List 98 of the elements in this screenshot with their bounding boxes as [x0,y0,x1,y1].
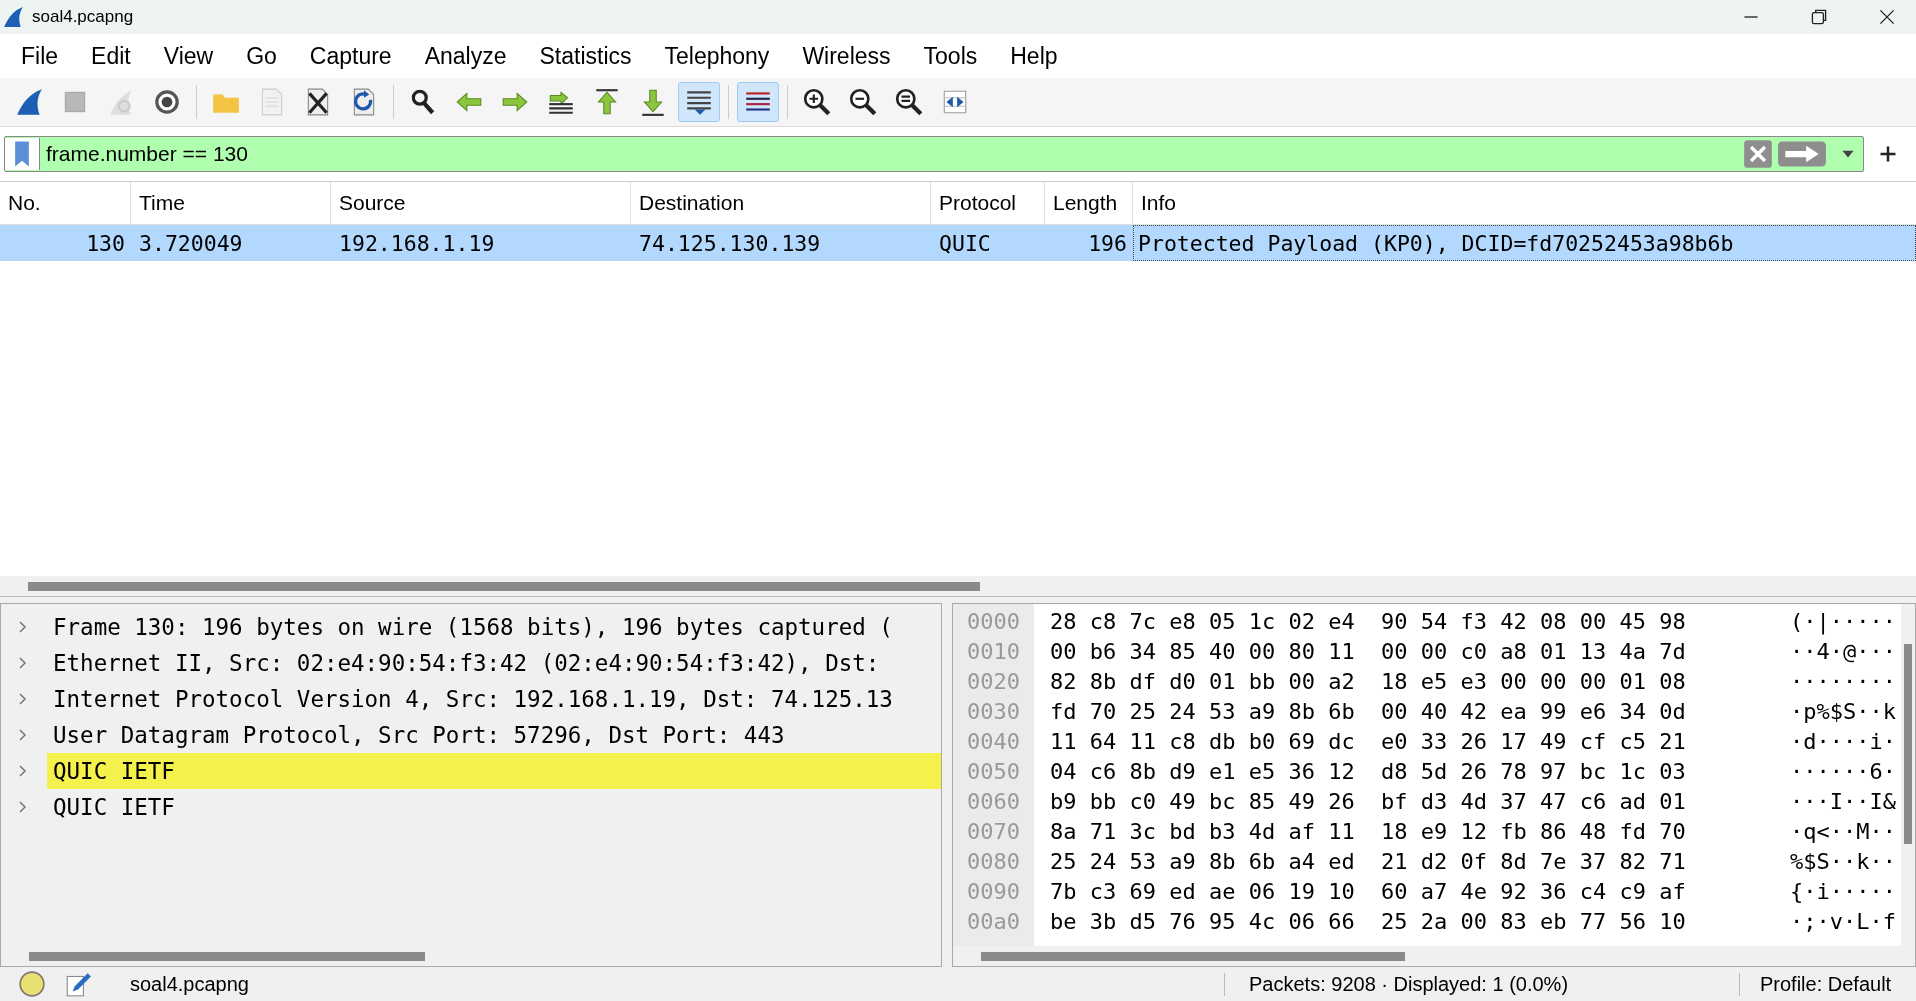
hex-offset: 0070 [967,818,1020,846]
column-header[interactable]: Source [331,182,631,224]
hex-offset: 0020 [967,668,1020,696]
hex-offset: 0060 [967,788,1020,816]
hex-offset: 0000 [967,608,1020,636]
scrollbar-thumb[interactable] [29,951,425,961]
tree-item[interactable]: User Datagram Protocol, Src Port: 57296, Dst Port: 443 [47,717,941,753]
filter-input[interactable]: frame.number == 130 [40,141,1743,167]
expand-caret-icon[interactable] [17,727,29,743]
hex-offset: 0010 [967,638,1020,666]
hex-ascii: ···I··I& [1790,788,1897,816]
hex-ascii: ······6· [1790,758,1897,786]
add-filter-icon[interactable] [1878,144,1898,164]
horizontal-scrollbar[interactable] [0,576,1916,596]
zoom-out-icon [848,87,878,117]
menu-item[interactable]: Go [231,42,295,70]
column-header[interactable]: No. [0,182,131,224]
settings-icon [152,87,182,117]
column-header[interactable]: Protocol [931,182,1045,224]
packet-row[interactable]: 130 3.720049 192.168.1.19 74.125.130.139 QUIC 196 Protected Payload (KP0), DCID=fd70252453a98b6b [0,225,1916,261]
expand-caret-icon[interactable] [17,799,29,815]
hex-ascii: {·i····· [1790,878,1897,906]
status-indicator-icon[interactable] [18,970,46,998]
menu-item[interactable]: File [6,42,77,70]
hex-bytes: 82 8b df d0 01 bb 00 a2 18 e5 e3 00 00 00 01 08 [1050,668,1687,696]
hex-ascii: ·;·v·L·f [1790,908,1897,936]
display-filter-field[interactable]: frame.number == 130 [4,136,1864,172]
scrollbar-thumb[interactable] [1904,644,1912,844]
hex-ascii: ·p%$S··k [1790,698,1897,726]
menu-item[interactable]: Statistics [524,42,650,70]
table-cell-text: 74.125.130.139 [638,230,822,256]
packet-count: Packets: 9208 · Displayed: 1 (0.0%) [1225,972,1740,996]
table-cell-text: QUIC [938,230,992,256]
hex-bytes: 00 b6 34 85 40 00 80 11 00 00 c0 a8 01 13 4a 7d [1050,638,1687,666]
tree-item[interactable]: Internet Protocol Version 4, Src: 192.168.1.19, Dst: 74.125.13 [47,681,941,717]
clear-icon[interactable] [1743,139,1773,169]
column-header[interactable]: Info [1133,182,1916,224]
file-name: soal4.pcapng [110,972,1225,996]
tree-item[interactable]: QUIC IETF [47,789,941,825]
hex-bytes: 04 c6 8b d9 e1 e5 36 12 d8 5d 26 78 97 bc 1c 03 [1050,758,1687,786]
shark-fin-icon [14,87,44,117]
horizontal-scrollbar[interactable] [1,946,941,966]
scrollbar-thumb[interactable] [28,581,980,591]
hex-ascii: ·q<··M·· [1790,818,1897,846]
hex-ascii: %$S··k·· [1790,848,1897,876]
hex-bytes: be 3b d5 76 95 4c 06 66 25 2a 00 83 eb 77 56 10 [1050,908,1687,936]
menu-item[interactable]: Analyze [409,42,525,70]
table-cell-text: 192.168.1.19 [338,230,496,256]
bookmark-icon[interactable] [5,138,40,170]
menu-item[interactable]: Telephony [649,42,788,70]
zoom-in-icon [802,87,832,117]
menu-item[interactable]: View [148,42,232,70]
hex-ascii: ··4·@··· [1790,638,1897,666]
table-cell-text: 3.720049 [138,230,244,256]
menu-item[interactable]: Capture [294,42,410,70]
expand-caret-icon[interactable] [17,619,29,635]
hex-bytes: 25 24 53 a9 8b 6b a4 ed 21 d2 0f 8d 7e 37 82 71 [1050,848,1687,876]
menu-item[interactable]: Tools [908,42,996,70]
hex-offset: 0090 [967,878,1020,906]
autoscroll-button[interactable] [678,82,720,122]
table-cell-text: 196 [1087,230,1128,256]
hex-bytes: 7b c3 69 ed ae 06 19 10 60 a7 4e 92 36 c4 c9 af [1050,878,1687,906]
hex-offset: 0040 [967,728,1020,756]
hex-bytes: 11 64 11 c8 db b0 69 dc e0 33 26 17 49 cf c5 21 [1050,728,1687,756]
tree-item[interactable]: QUIC IETF [47,753,941,789]
colorize-button[interactable] [737,82,779,122]
menu-item[interactable]: Edit [76,42,149,70]
column-header[interactable]: Destination [631,182,931,224]
edit-comment-icon[interactable] [64,970,92,998]
profile-label[interactable]: Profile: Default [1740,972,1892,996]
hex-ascii: (·|····· [1790,608,1897,637]
column-header[interactable]: Length [1045,182,1133,224]
hex-offset: 00a0 [967,908,1020,936]
zoom-reset-icon [894,87,924,117]
table-cell: Protected Payload (KP0), DCID=fd70252453a98b6b [1133,225,1916,261]
hex-bytes: b9 bb c0 49 bc 85 49 26 bf d3 4d 37 47 c6 ad 01 [1050,788,1687,816]
expand-caret-icon[interactable] [17,691,29,707]
hex-offset: 0030 [967,698,1020,726]
vertical-scrollbar[interactable] [1901,604,1915,946]
expand-caret-icon[interactable] [17,763,29,779]
table-cell-text: 130 [85,230,126,256]
hex-offset: 0050 [967,758,1020,786]
shark-fin-icon [2,6,24,28]
column-header[interactable]: Time [131,182,331,224]
menu-item[interactable]: Wireless [787,42,909,70]
menu-item[interactable]: Help [995,42,1076,70]
tree-item[interactable]: Frame 130: 196 bytes on wire (1568 bits), 196 bytes captured ( [47,609,941,645]
hex-bytes: 8a 71 3c bd b3 4d af 11 18 e9 12 fb 86 48 fd 70 [1050,818,1687,846]
hex-bytes: fd 70 25 24 53 a9 8b 6b 00 40 42 ea 99 e6 34 0d [1050,698,1687,726]
hex-ascii: ·d····i· [1790,728,1897,756]
hex-bytes: 28 c8 7c e8 05 1c 02 e4 90 54 f3 42 08 00 45 98 [1050,608,1687,636]
scrollbar-thumb[interactable] [981,951,1405,961]
window-title: soal4.pcapng [32,7,135,27]
hex-ascii: ········ [1790,668,1897,696]
horizontal-scrollbar[interactable] [953,946,1915,966]
hex-offset: 0080 [967,848,1020,876]
tree-item[interactable]: Ethernet II, Src: 02:e4:90:54:f3:42 (02:e4:90:54:f3:42), Dst: [47,645,941,681]
expand-caret-icon[interactable] [17,655,29,671]
